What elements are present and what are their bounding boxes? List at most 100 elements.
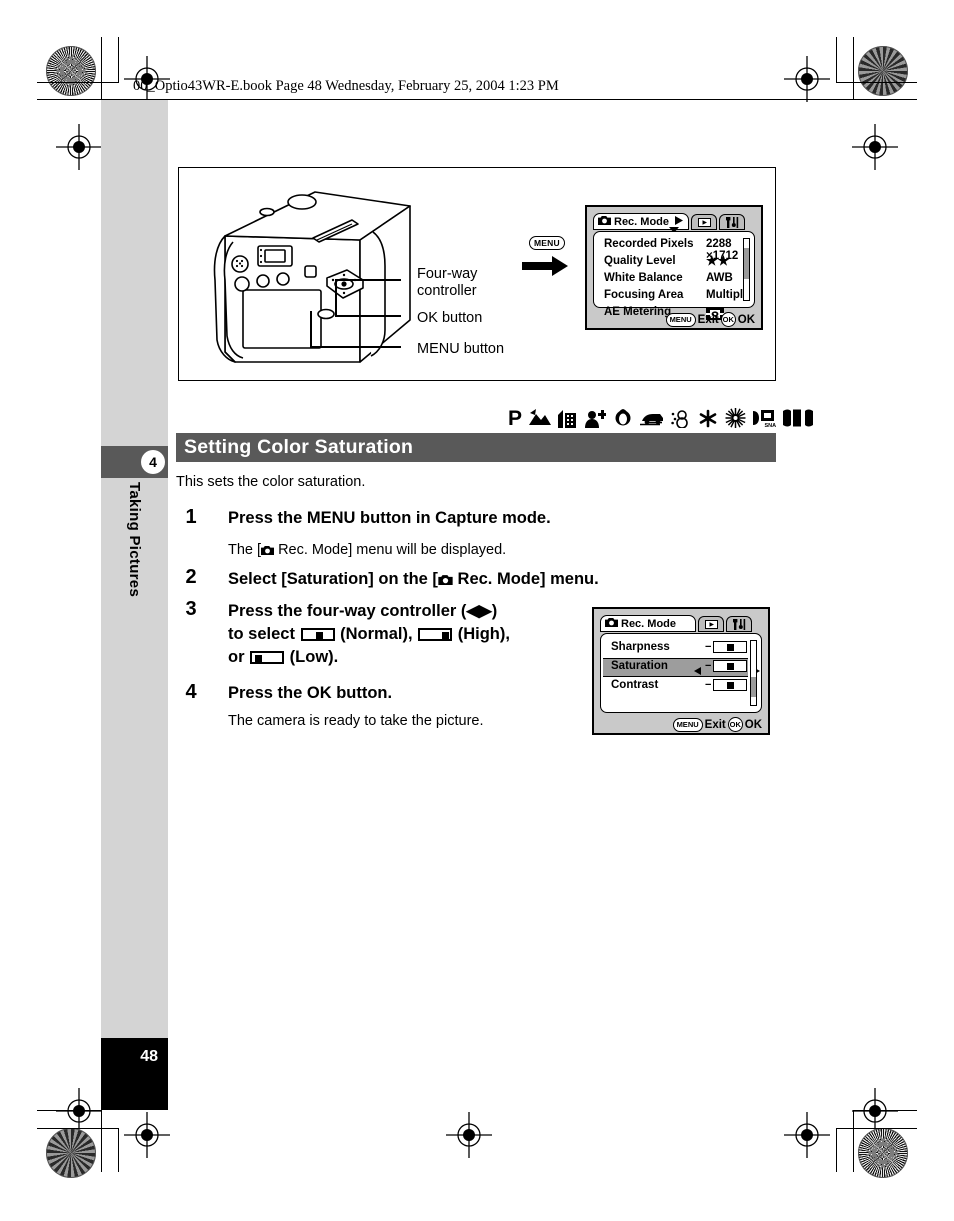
trim-line [836, 1128, 837, 1172]
trim-line [853, 1110, 917, 1111]
step-3-line-3: or (Low). [228, 646, 578, 669]
flower-face-icon [613, 408, 633, 428]
lcd-footer-ok-label-2: OK [744, 718, 762, 731]
lcd-tab-bar-2: Rec. Mode [600, 613, 762, 632]
camera-icon [261, 541, 275, 561]
trim-line [118, 37, 119, 82]
chapter-number-badge: 4 [141, 450, 165, 474]
slider-track-contrast[interactable] [713, 679, 748, 691]
tab-rec-mode-2-label: Rec. Mode [621, 617, 677, 630]
landscape-icon [529, 409, 552, 427]
step-3-line-1: Press the four-way controller (◀▶) [228, 600, 578, 623]
tab-rec-mode-2[interactable]: Rec. Mode [600, 615, 696, 632]
page-number: 48 [140, 1048, 158, 1065]
step-3-number: 3 [185, 598, 197, 620]
lcd-menu-panel-2: Sharpness − + Saturation − + Contrast [600, 633, 762, 713]
ok-badge-icon: OK [720, 312, 736, 327]
trim-line [101, 1110, 102, 1172]
trim-line [836, 1128, 917, 1129]
step-3-title: Press the four-way controller (◀▶) to se… [228, 600, 578, 669]
trim-line [101, 37, 102, 99]
menu-label-contrast: Contrast [611, 679, 659, 691]
chapter-title-vertical: Taking Pictures [101, 482, 168, 712]
level-low-icon [250, 651, 285, 664]
camera-icon [438, 569, 453, 592]
step-1-title: Press the MENU button in Capture mode. [228, 509, 551, 527]
nav-left-arrow-icon[interactable] [694, 662, 701, 680]
step-1-body: The [ Rec. Mode] menu will be displayed. [228, 540, 506, 561]
tab-playback-2[interactable] [698, 616, 724, 632]
step-3-line1-post: ) [491, 602, 498, 620]
lcd-scrollbar-thumb[interactable] [744, 247, 749, 280]
leader-line-four-way [337, 279, 401, 281]
rosette-mark-top-left [46, 46, 96, 96]
lcd-scrollbar-2[interactable] [750, 640, 757, 706]
menu-value-white-balance: AWB [706, 272, 733, 284]
menu-badge-icon: MENU [672, 717, 703, 732]
lcd-footer-exit-label-2: Exit [704, 718, 726, 731]
trim-line [853, 37, 854, 99]
step-3-line2-pre: to select [228, 625, 300, 643]
callout-four-way-line2: controller [417, 283, 477, 299]
tab-tools-2[interactable] [726, 616, 752, 632]
rosette-mark-top-right [858, 46, 908, 96]
tab-playback[interactable] [691, 214, 717, 230]
leader-line-ok [335, 315, 401, 317]
ok-badge-icon: OK [727, 717, 743, 732]
slider-track-saturation[interactable] [713, 660, 748, 672]
slider-sharpness[interactable]: − + [705, 641, 756, 653]
level-normal-icon [300, 628, 335, 641]
section-heading-text: Setting Color Saturation [184, 436, 414, 458]
menu-label-quality-level: Quality Level [604, 255, 676, 267]
lcd-menu-panel: Recorded Pixels 2288 ×1712 Quality Level… [593, 231, 755, 320]
step-3-line3-pre: or [228, 648, 250, 666]
tab-right-arrow-icon [675, 215, 683, 228]
trim-line [836, 82, 917, 83]
header-rule [37, 99, 912, 100]
crosshair-mark-top-right [784, 56, 830, 102]
section-heading-bar: Setting Color Saturation [176, 433, 776, 462]
step-2-number: 2 [185, 566, 197, 588]
crosshair-mark-right-upper [852, 124, 898, 170]
step-3-line2-post: (High), [453, 625, 510, 643]
camera-icon [605, 617, 618, 630]
menu-value-quality-level: ★★ [706, 253, 730, 268]
step-3-line3-post: (Low). [285, 648, 339, 666]
slider-minus-contrast: − [705, 679, 712, 691]
trim-line [853, 1110, 854, 1172]
crosshair-mark-bottom-right [784, 1112, 830, 1158]
slider-contrast[interactable]: − + [705, 679, 756, 691]
crosshair-mark-bottom-center [446, 1112, 492, 1158]
slider-minus-sharpness: − [705, 641, 712, 653]
step-4-body: The camera is ready to take the picture. [228, 713, 484, 729]
camera-icon [598, 215, 611, 228]
leader-line-four-way-vert [335, 279, 337, 317]
menu-label-white-balance: White Balance [604, 272, 683, 284]
lcd-screen-saturation: Rec. Mode Sharpness − + Saturation [592, 607, 770, 735]
lcd-footer-saturation: MENU Exit OK OK [672, 717, 762, 732]
lcd-footer-rec-mode: MENU Exit OK OK [665, 312, 755, 327]
applicable-modes-row: P SNAP [508, 404, 814, 432]
slider-track-sharpness[interactable] [713, 641, 748, 653]
document-header-text: 00_Optio43WR-E.book Page 48 Wednesday, F… [133, 78, 559, 94]
slider-saturation[interactable]: − + [705, 660, 756, 672]
level-high-icon [418, 628, 453, 641]
trim-line [37, 82, 119, 83]
tab-tools[interactable] [719, 214, 745, 230]
step-4-title: Press the OK button. [228, 684, 393, 702]
lcd-scrollbar[interactable] [743, 238, 750, 301]
figure-box: Four-way controller OK button MENU butto… [178, 167, 776, 381]
rosette-mark-bottom-right [858, 1128, 908, 1178]
leader-line-menu [310, 346, 401, 348]
lcd-scrollbar-thumb-2[interactable] [751, 676, 756, 698]
snowflake-icon [698, 409, 718, 428]
step-3-line-2: to select (Normal), (High), [228, 623, 578, 646]
section-intro-text: This sets the color saturation. [176, 474, 366, 490]
camera-illustration [195, 180, 445, 370]
step-2-title-pre: Select [Saturation] on the [ [228, 570, 438, 588]
menu-label-saturation: Saturation [611, 660, 668, 672]
slider-minus-saturation: − [705, 660, 712, 672]
menu-badge-icon: MENU [665, 312, 696, 327]
step-2-title: Select [Saturation] on the [ Rec. Mode] … [228, 568, 599, 592]
step-1-body-post: Rec. Mode] menu will be displayed. [274, 542, 507, 558]
